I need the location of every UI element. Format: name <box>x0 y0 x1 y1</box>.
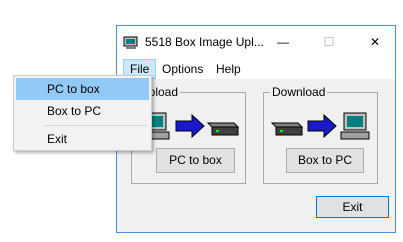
right-arrow-icon <box>307 113 337 139</box>
menu-item-label: Exit <box>47 132 68 146</box>
computer-icon <box>340 112 370 140</box>
computer-icon <box>123 36 138 49</box>
menu-item-pc-to-box[interactable]: PC to box <box>16 78 149 100</box>
file-menu-dropdown: PC to box Box to PC Exit <box>13 75 152 151</box>
app-window: 5518 Box Image Upl... — ☐ ✕ File Options… <box>116 25 396 233</box>
menu-help[interactable]: Help <box>210 59 247 79</box>
menu-item-label: Box to PC <box>47 104 102 118</box>
box-device-icon <box>206 122 240 136</box>
close-button[interactable]: ✕ <box>359 26 391 59</box>
menu-bar: File Options Help <box>117 59 395 79</box>
menu-item-label: PC to box <box>47 82 100 96</box>
box-device-icon <box>270 122 304 136</box>
download-group: Download Box to PC <box>263 85 378 184</box>
box-to-pc-button[interactable]: Box to PC <box>286 148 364 173</box>
exit-button[interactable]: Exit <box>316 196 389 218</box>
menu-separator <box>44 125 147 126</box>
pc-to-box-illustration <box>140 112 240 140</box>
right-arrow-icon <box>175 113 205 139</box>
maximize-button[interactable]: ☐ <box>313 26 345 59</box>
box-to-pc-illustration <box>270 112 370 140</box>
menu-item-exit[interactable]: Exit <box>16 128 149 150</box>
pc-to-box-button[interactable]: PC to box <box>156 148 235 173</box>
menu-item-box-to-pc[interactable]: Box to PC <box>16 100 149 122</box>
download-group-label: Download <box>270 85 328 99</box>
window-title: 5518 Box Image Upl... <box>145 35 264 49</box>
title-bar[interactable]: 5518 Box Image Upl... — ☐ ✕ <box>117 26 395 59</box>
menu-options[interactable]: Options <box>156 59 209 79</box>
minimize-button[interactable]: — <box>267 26 299 59</box>
